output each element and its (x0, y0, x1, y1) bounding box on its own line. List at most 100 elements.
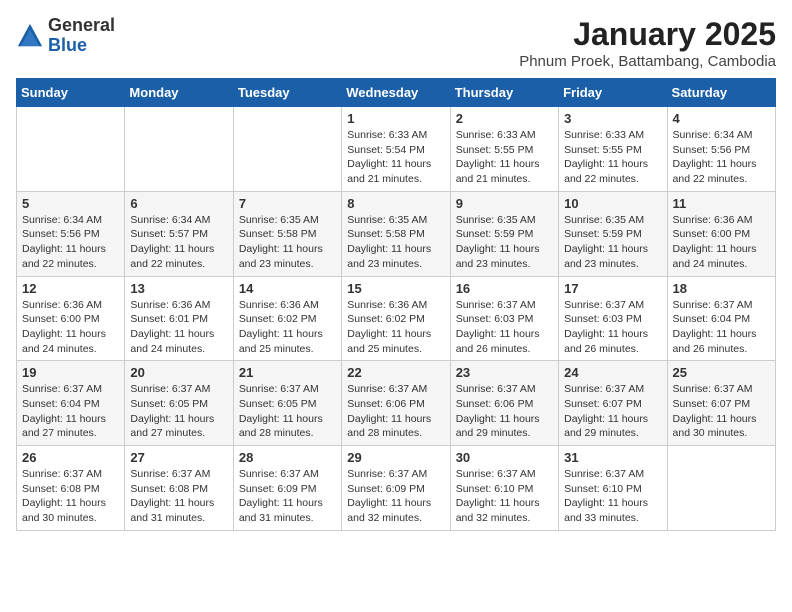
calendar-cell: 9 Sunrise: 6:35 AM Sunset: 5:59 PM Daylig… (450, 191, 558, 276)
day-info: Sunrise: 6:35 AM Sunset: 5:59 PM Dayligh… (456, 213, 553, 272)
logo-blue-text: Blue (48, 35, 87, 55)
day-info: Sunrise: 6:37 AM Sunset: 6:08 PM Dayligh… (130, 467, 227, 526)
day-number: 12 (22, 281, 119, 296)
day-info: Sunrise: 6:37 AM Sunset: 6:06 PM Dayligh… (347, 382, 444, 441)
calendar-cell: 17 Sunrise: 6:37 AM Sunset: 6:03 PM Dayli… (559, 276, 667, 361)
calendar-cell: 1 Sunrise: 6:33 AM Sunset: 5:54 PM Daylig… (342, 107, 450, 192)
day-number: 21 (239, 365, 336, 380)
day-number: 4 (673, 111, 770, 126)
day-info: Sunrise: 6:36 AM Sunset: 6:00 PM Dayligh… (673, 213, 770, 272)
weekday-header-saturday: Saturday (667, 79, 775, 107)
day-info: Sunrise: 6:36 AM Sunset: 6:02 PM Dayligh… (347, 298, 444, 357)
calendar-body: 1 Sunrise: 6:33 AM Sunset: 5:54 PM Daylig… (17, 107, 776, 531)
day-info: Sunrise: 6:37 AM Sunset: 6:06 PM Dayligh… (456, 382, 553, 441)
calendar-cell: 13 Sunrise: 6:36 AM Sunset: 6:01 PM Dayli… (125, 276, 233, 361)
weekday-header-friday: Friday (559, 79, 667, 107)
day-number: 30 (456, 450, 553, 465)
logo-text: General Blue (48, 16, 115, 56)
day-info: Sunrise: 6:37 AM Sunset: 6:09 PM Dayligh… (347, 467, 444, 526)
day-number: 13 (130, 281, 227, 296)
day-number: 3 (564, 111, 661, 126)
page-title: January 2025 (519, 16, 776, 53)
day-number: 1 (347, 111, 444, 126)
calendar-cell: 14 Sunrise: 6:36 AM Sunset: 6:02 PM Dayli… (233, 276, 341, 361)
calendar-cell: 23 Sunrise: 6:37 AM Sunset: 6:06 PM Dayli… (450, 361, 558, 446)
calendar-cell: 31 Sunrise: 6:37 AM Sunset: 6:10 PM Dayli… (559, 446, 667, 531)
calendar-cell: 18Sunrise: 6:37 AM Sunset: 6:04 PM Dayli… (667, 276, 775, 361)
day-info: Sunrise: 6:36 AM Sunset: 6:01 PM Dayligh… (130, 298, 227, 357)
calendar-cell (667, 446, 775, 531)
day-number: 25 (673, 365, 770, 380)
calendar-cell: 25 Sunrise: 6:37 AM Sunset: 6:07 PM Dayli… (667, 361, 775, 446)
calendar-header: SundayMondayTuesdayWednesdayThursdayFrid… (17, 79, 776, 107)
calendar-cell: 10 Sunrise: 6:35 AM Sunset: 5:59 PM Dayli… (559, 191, 667, 276)
day-info: Sunrise: 6:37 AM Sunset: 6:09 PM Dayligh… (239, 467, 336, 526)
day-info: Sunrise: 6:35 AM Sunset: 5:58 PM Dayligh… (347, 213, 444, 272)
calendar-cell (233, 107, 341, 192)
day-info: Sunrise: 6:37 AM Sunset: 6:08 PM Dayligh… (22, 467, 119, 526)
calendar-week-5: 26 Sunrise: 6:37 AM Sunset: 6:08 PM Dayli… (17, 446, 776, 531)
day-number: 9 (456, 196, 553, 211)
day-number: 10 (564, 196, 661, 211)
calendar-cell: 15Sunrise: 6:36 AM Sunset: 6:02 PM Dayli… (342, 276, 450, 361)
title-block: January 2025 Phnum Proek, Battambang, Ca… (519, 16, 776, 70)
calendar-week-4: 19 Sunrise: 6:37 AM Sunset: 6:04 PM Dayli… (17, 361, 776, 446)
calendar-cell: 4 Sunrise: 6:34 AM Sunset: 5:56 PM Daylig… (667, 107, 775, 192)
calendar-cell: 28Sunrise: 6:37 AM Sunset: 6:09 PM Dayli… (233, 446, 341, 531)
logo-icon (16, 22, 44, 50)
day-info: Sunrise: 6:34 AM Sunset: 5:56 PM Dayligh… (673, 128, 770, 187)
day-number: 6 (130, 196, 227, 211)
logo-general-text: General (48, 15, 115, 35)
day-number: 26 (22, 450, 119, 465)
day-info: Sunrise: 6:35 AM Sunset: 5:59 PM Dayligh… (564, 213, 661, 272)
day-info: Sunrise: 6:36 AM Sunset: 6:00 PM Dayligh… (22, 298, 119, 357)
calendar-table: SundayMondayTuesdayWednesdayThursdayFrid… (16, 78, 776, 531)
day-info: Sunrise: 6:33 AM Sunset: 5:54 PM Dayligh… (347, 128, 444, 187)
day-number: 14 (239, 281, 336, 296)
day-number: 7 (239, 196, 336, 211)
calendar-week-2: 5 Sunrise: 6:34 AM Sunset: 5:56 PM Daylig… (17, 191, 776, 276)
day-info: Sunrise: 6:34 AM Sunset: 5:57 PM Dayligh… (130, 213, 227, 272)
calendar-cell: 26 Sunrise: 6:37 AM Sunset: 6:08 PM Dayli… (17, 446, 125, 531)
calendar-cell: 12 Sunrise: 6:36 AM Sunset: 6:00 PM Dayli… (17, 276, 125, 361)
day-info: Sunrise: 6:37 AM Sunset: 6:05 PM Dayligh… (239, 382, 336, 441)
calendar-cell: 19 Sunrise: 6:37 AM Sunset: 6:04 PM Dayli… (17, 361, 125, 446)
calendar-cell: 21 Sunrise: 6:37 AM Sunset: 6:05 PM Dayli… (233, 361, 341, 446)
day-info: Sunrise: 6:37 AM Sunset: 6:04 PM Dayligh… (673, 298, 770, 357)
day-number: 31 (564, 450, 661, 465)
day-info: Sunrise: 6:37 AM Sunset: 6:03 PM Dayligh… (564, 298, 661, 357)
day-number: 19 (22, 365, 119, 380)
day-info: Sunrise: 6:37 AM Sunset: 6:04 PM Dayligh… (22, 382, 119, 441)
day-info: Sunrise: 6:37 AM Sunset: 6:10 PM Dayligh… (456, 467, 553, 526)
page-subtitle: Phnum Proek, Battambang, Cambodia (519, 53, 776, 70)
day-number: 29 (347, 450, 444, 465)
day-info: Sunrise: 6:37 AM Sunset: 6:07 PM Dayligh… (673, 382, 770, 441)
day-number: 8 (347, 196, 444, 211)
day-number: 24 (564, 365, 661, 380)
day-number: 17 (564, 281, 661, 296)
day-number: 23 (456, 365, 553, 380)
calendar-week-3: 12 Sunrise: 6:36 AM Sunset: 6:00 PM Dayli… (17, 276, 776, 361)
weekday-header-sunday: Sunday (17, 79, 125, 107)
day-info: Sunrise: 6:37 AM Sunset: 6:07 PM Dayligh… (564, 382, 661, 441)
calendar-cell: 5 Sunrise: 6:34 AM Sunset: 5:56 PM Daylig… (17, 191, 125, 276)
day-number: 5 (22, 196, 119, 211)
calendar-cell (17, 107, 125, 192)
day-info: Sunrise: 6:36 AM Sunset: 6:02 PM Dayligh… (239, 298, 336, 357)
day-info: Sunrise: 6:37 AM Sunset: 6:05 PM Dayligh… (130, 382, 227, 441)
calendar-cell: 3Sunrise: 6:33 AM Sunset: 5:55 PM Daylig… (559, 107, 667, 192)
logo: General Blue (16, 16, 115, 56)
page-header: General Blue January 2025 Phnum Proek, B… (16, 16, 776, 70)
calendar-cell (125, 107, 233, 192)
day-info: Sunrise: 6:34 AM Sunset: 5:56 PM Dayligh… (22, 213, 119, 272)
calendar-cell: 22 Sunrise: 6:37 AM Sunset: 6:06 PM Dayli… (342, 361, 450, 446)
calendar-cell: 11Sunrise: 6:36 AM Sunset: 6:00 PM Dayli… (667, 191, 775, 276)
calendar-cell: 16Sunrise: 6:37 AM Sunset: 6:03 PM Dayli… (450, 276, 558, 361)
weekday-header-monday: Monday (125, 79, 233, 107)
weekday-header-tuesday: Tuesday (233, 79, 341, 107)
calendar-cell: 24 Sunrise: 6:37 AM Sunset: 6:07 PM Dayli… (559, 361, 667, 446)
calendar-cell: 20Sunrise: 6:37 AM Sunset: 6:05 PM Dayli… (125, 361, 233, 446)
calendar-cell: 27Sunrise: 6:37 AM Sunset: 6:08 PM Dayli… (125, 446, 233, 531)
day-number: 22 (347, 365, 444, 380)
day-info: Sunrise: 6:37 AM Sunset: 6:10 PM Dayligh… (564, 467, 661, 526)
